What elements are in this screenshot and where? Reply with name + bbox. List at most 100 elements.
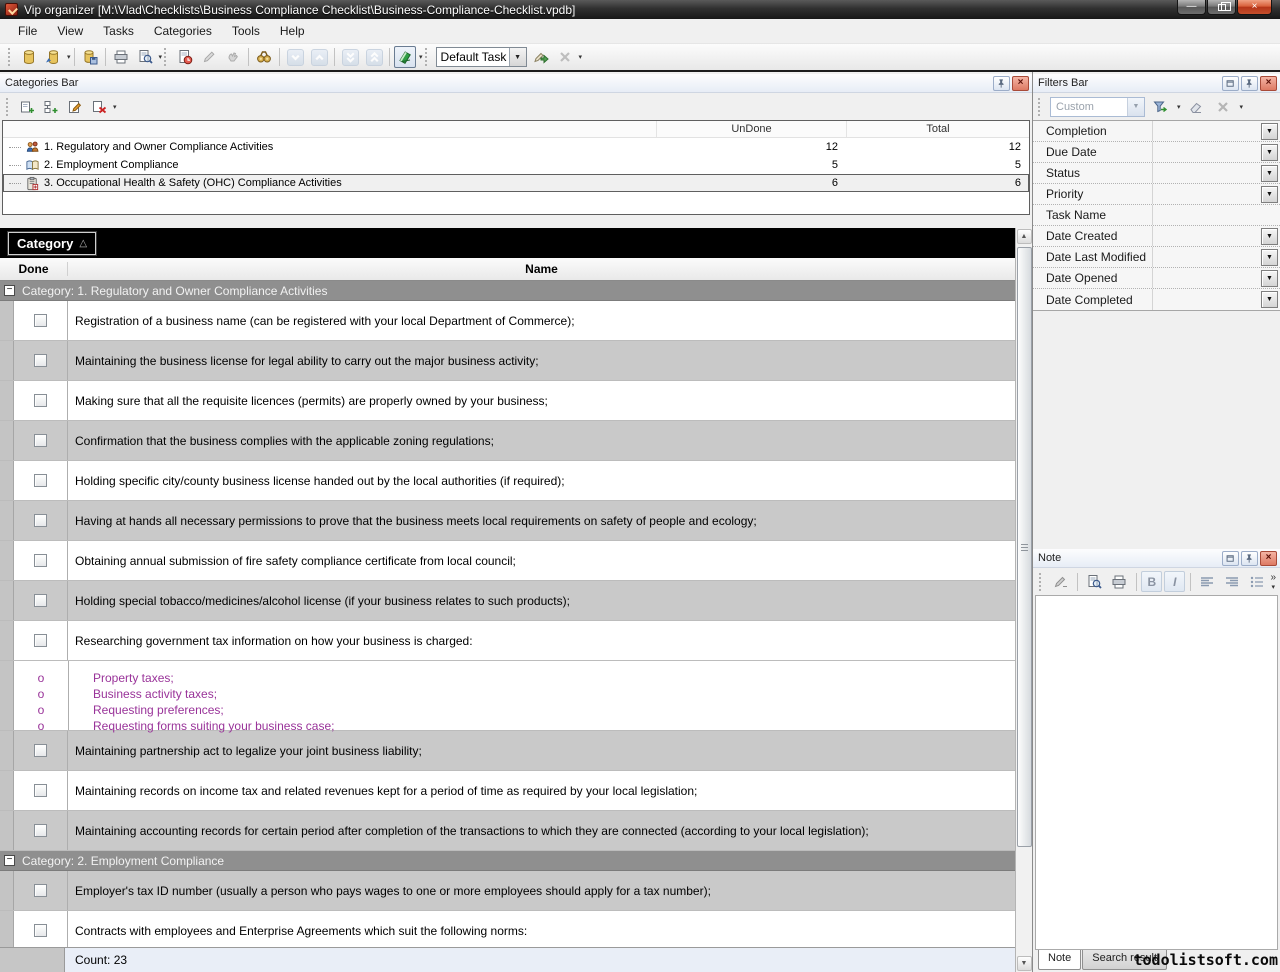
task-row[interactable]: Maintaining the business license for leg… <box>0 341 1015 381</box>
categories-bar-close-button[interactable]: × <box>1012 76 1029 91</box>
note-preview-button[interactable] <box>1083 571 1106 592</box>
menu-file[interactable]: File <box>8 20 47 42</box>
scroll-up-button[interactable]: ▲ <box>1017 229 1032 244</box>
chevron-down-icon[interactable]: ▼ <box>1127 98 1144 116</box>
print-button[interactable] <box>110 46 132 68</box>
find-button[interactable] <box>253 46 275 68</box>
move-up-button[interactable] <box>308 46 330 68</box>
move-top-button[interactable] <box>363 46 385 68</box>
task-checkbox[interactable] <box>34 634 47 647</box>
filter-value[interactable] <box>1153 247 1261 267</box>
note-pin-button[interactable] <box>1241 551 1258 566</box>
new-category-button[interactable] <box>16 96 38 118</box>
task-row[interactable]: Maintaining accounting records for certa… <box>0 811 1015 851</box>
delete-template-button[interactable] <box>554 46 576 68</box>
category-tree-item[interactable]: 1. Regulatory and Owner Compliance Activ… <box>3 138 1029 156</box>
filter-value[interactable] <box>1153 184 1261 204</box>
notes-view-button[interactable] <box>394 46 416 68</box>
task-checkbox[interactable] <box>34 824 47 837</box>
menu-help[interactable]: Help <box>270 20 315 42</box>
filters-bar-close-button[interactable]: × <box>1260 76 1277 91</box>
filter-value[interactable] <box>1153 289 1261 310</box>
category-tree-item[interactable]: 2. Employment Compliance55 <box>3 156 1029 174</box>
task-checkbox[interactable] <box>34 314 47 327</box>
category-group-header[interactable]: −Category: 1. Regulatory and Owner Compl… <box>0 281 1015 301</box>
filter-value[interactable] <box>1153 205 1280 225</box>
note-restore-button[interactable] <box>1222 551 1239 566</box>
task-row[interactable]: Having at hands all necessary permission… <box>0 501 1015 541</box>
group-by-category-button[interactable]: Category △ <box>8 232 96 255</box>
apply-filter-dropdown-caret[interactable]: ▾ <box>1177 103 1181 111</box>
task-row[interactable]: Holding special tobacco/medicines/alcoho… <box>0 581 1015 621</box>
filter-value[interactable] <box>1153 268 1261 288</box>
categories-bar-pin-button[interactable] <box>993 76 1010 91</box>
delete-filter-dropdown-caret[interactable]: ▾ <box>1240 103 1244 111</box>
restore-button[interactable] <box>1207 0 1236 15</box>
filter-value[interactable] <box>1153 226 1261 246</box>
apply-template-button[interactable] <box>530 46 552 68</box>
collapse-group-button[interactable]: − <box>4 285 15 296</box>
filter-value[interactable] <box>1153 142 1261 162</box>
task-checkbox[interactable] <box>34 474 47 487</box>
task-row[interactable]: Maintaining records on income tax and re… <box>0 771 1015 811</box>
apply-filter-button[interactable] <box>1149 96 1171 118</box>
total-column-header[interactable]: Total <box>846 121 1029 137</box>
task-row[interactable]: Employer's tax ID number (usually a pers… <box>0 871 1015 911</box>
task-checkbox[interactable] <box>34 554 47 567</box>
task-checkbox[interactable] <box>34 924 47 937</box>
menu-view[interactable]: View <box>47 20 93 42</box>
filters-bar-pin-button[interactable] <box>1241 76 1258 91</box>
task-row[interactable]: Contracts with employees and Enterprise … <box>0 911 1015 947</box>
open-database-dropdown-caret[interactable]: ▾ <box>67 53 71 61</box>
print-preview-dropdown-caret[interactable]: ▾ <box>159 53 163 61</box>
chevron-down-icon[interactable]: ▼ <box>509 48 526 66</box>
filter-dropdown-button[interactable]: ▼ <box>1261 123 1278 140</box>
filter-dropdown-button[interactable]: ▼ <box>1261 186 1278 203</box>
delete-category-dropdown-caret[interactable]: ▾ <box>113 103 117 111</box>
done-column-header[interactable]: Done <box>0 262 68 276</box>
filter-dropdown-button[interactable]: ▼ <box>1261 249 1278 266</box>
subitem-row[interactable]: oBusiness activity taxes; <box>14 686 1015 702</box>
undone-column-header[interactable]: UnDone <box>656 121 846 137</box>
category-tree-item[interactable]: 3. Occupational Health & Safety (OHC) Co… <box>3 174 1029 192</box>
category-group-header[interactable]: −Category: 2. Employment Compliance <box>0 851 1015 871</box>
bullet-list-button[interactable] <box>1246 571 1269 592</box>
delete-filter-button[interactable] <box>1212 96 1234 118</box>
task-checkbox[interactable] <box>34 514 47 527</box>
subitem-row[interactable]: oRequesting preferences; <box>14 702 1015 718</box>
name-column-header[interactable]: Name <box>68 262 1015 276</box>
task-row[interactable]: Making sure that all the requisite licen… <box>0 381 1015 421</box>
align-left-button[interactable] <box>1196 571 1219 592</box>
edit-task-button[interactable] <box>198 46 220 68</box>
move-bottom-button[interactable] <box>339 46 361 68</box>
open-database-button[interactable] <box>42 46 64 68</box>
task-row[interactable]: Registration of a business name (can be … <box>0 301 1015 341</box>
note-content[interactable] <box>1035 595 1278 950</box>
edit-category-button[interactable] <box>64 96 86 118</box>
filter-dropdown-button[interactable]: ▼ <box>1261 228 1278 245</box>
notes-view-dropdown-caret[interactable]: ▾ <box>419 53 423 61</box>
scrollbar-thumb[interactable] <box>1017 247 1032 847</box>
clear-filter-button[interactable] <box>1185 96 1207 118</box>
filter-dropdown-button[interactable]: ▼ <box>1261 291 1278 308</box>
delete-category-button[interactable] <box>88 96 110 118</box>
print-preview-button[interactable] <box>134 46 156 68</box>
task-checkbox[interactable] <box>34 354 47 367</box>
subitem-row[interactable]: oRequesting forms suiting your business … <box>14 718 1015 734</box>
menu-categories[interactable]: Categories <box>144 20 222 42</box>
filter-dropdown-button[interactable]: ▼ <box>1261 270 1278 287</box>
task-row[interactable]: Maintaining partnership act to legalize … <box>0 731 1015 771</box>
scroll-down-button[interactable]: ▼ <box>1017 956 1032 971</box>
task-checkbox[interactable] <box>34 434 47 447</box>
tab-note[interactable]: Note <box>1038 950 1081 970</box>
menu-tools[interactable]: Tools <box>222 20 270 42</box>
filter-value[interactable] <box>1153 121 1261 141</box>
collapse-group-button[interactable]: − <box>4 855 15 866</box>
filter-dropdown-button[interactable]: ▼ <box>1261 144 1278 161</box>
filters-bar-restore-button[interactable] <box>1222 76 1239 91</box>
task-checkbox[interactable] <box>34 884 47 897</box>
assign-task-button[interactable] <box>222 46 244 68</box>
filter-preset-combo[interactable]: Custom ▼ <box>1050 97 1145 117</box>
default-task-combo[interactable]: Default Task▼ <box>436 47 527 67</box>
new-task-button[interactable] <box>174 46 196 68</box>
